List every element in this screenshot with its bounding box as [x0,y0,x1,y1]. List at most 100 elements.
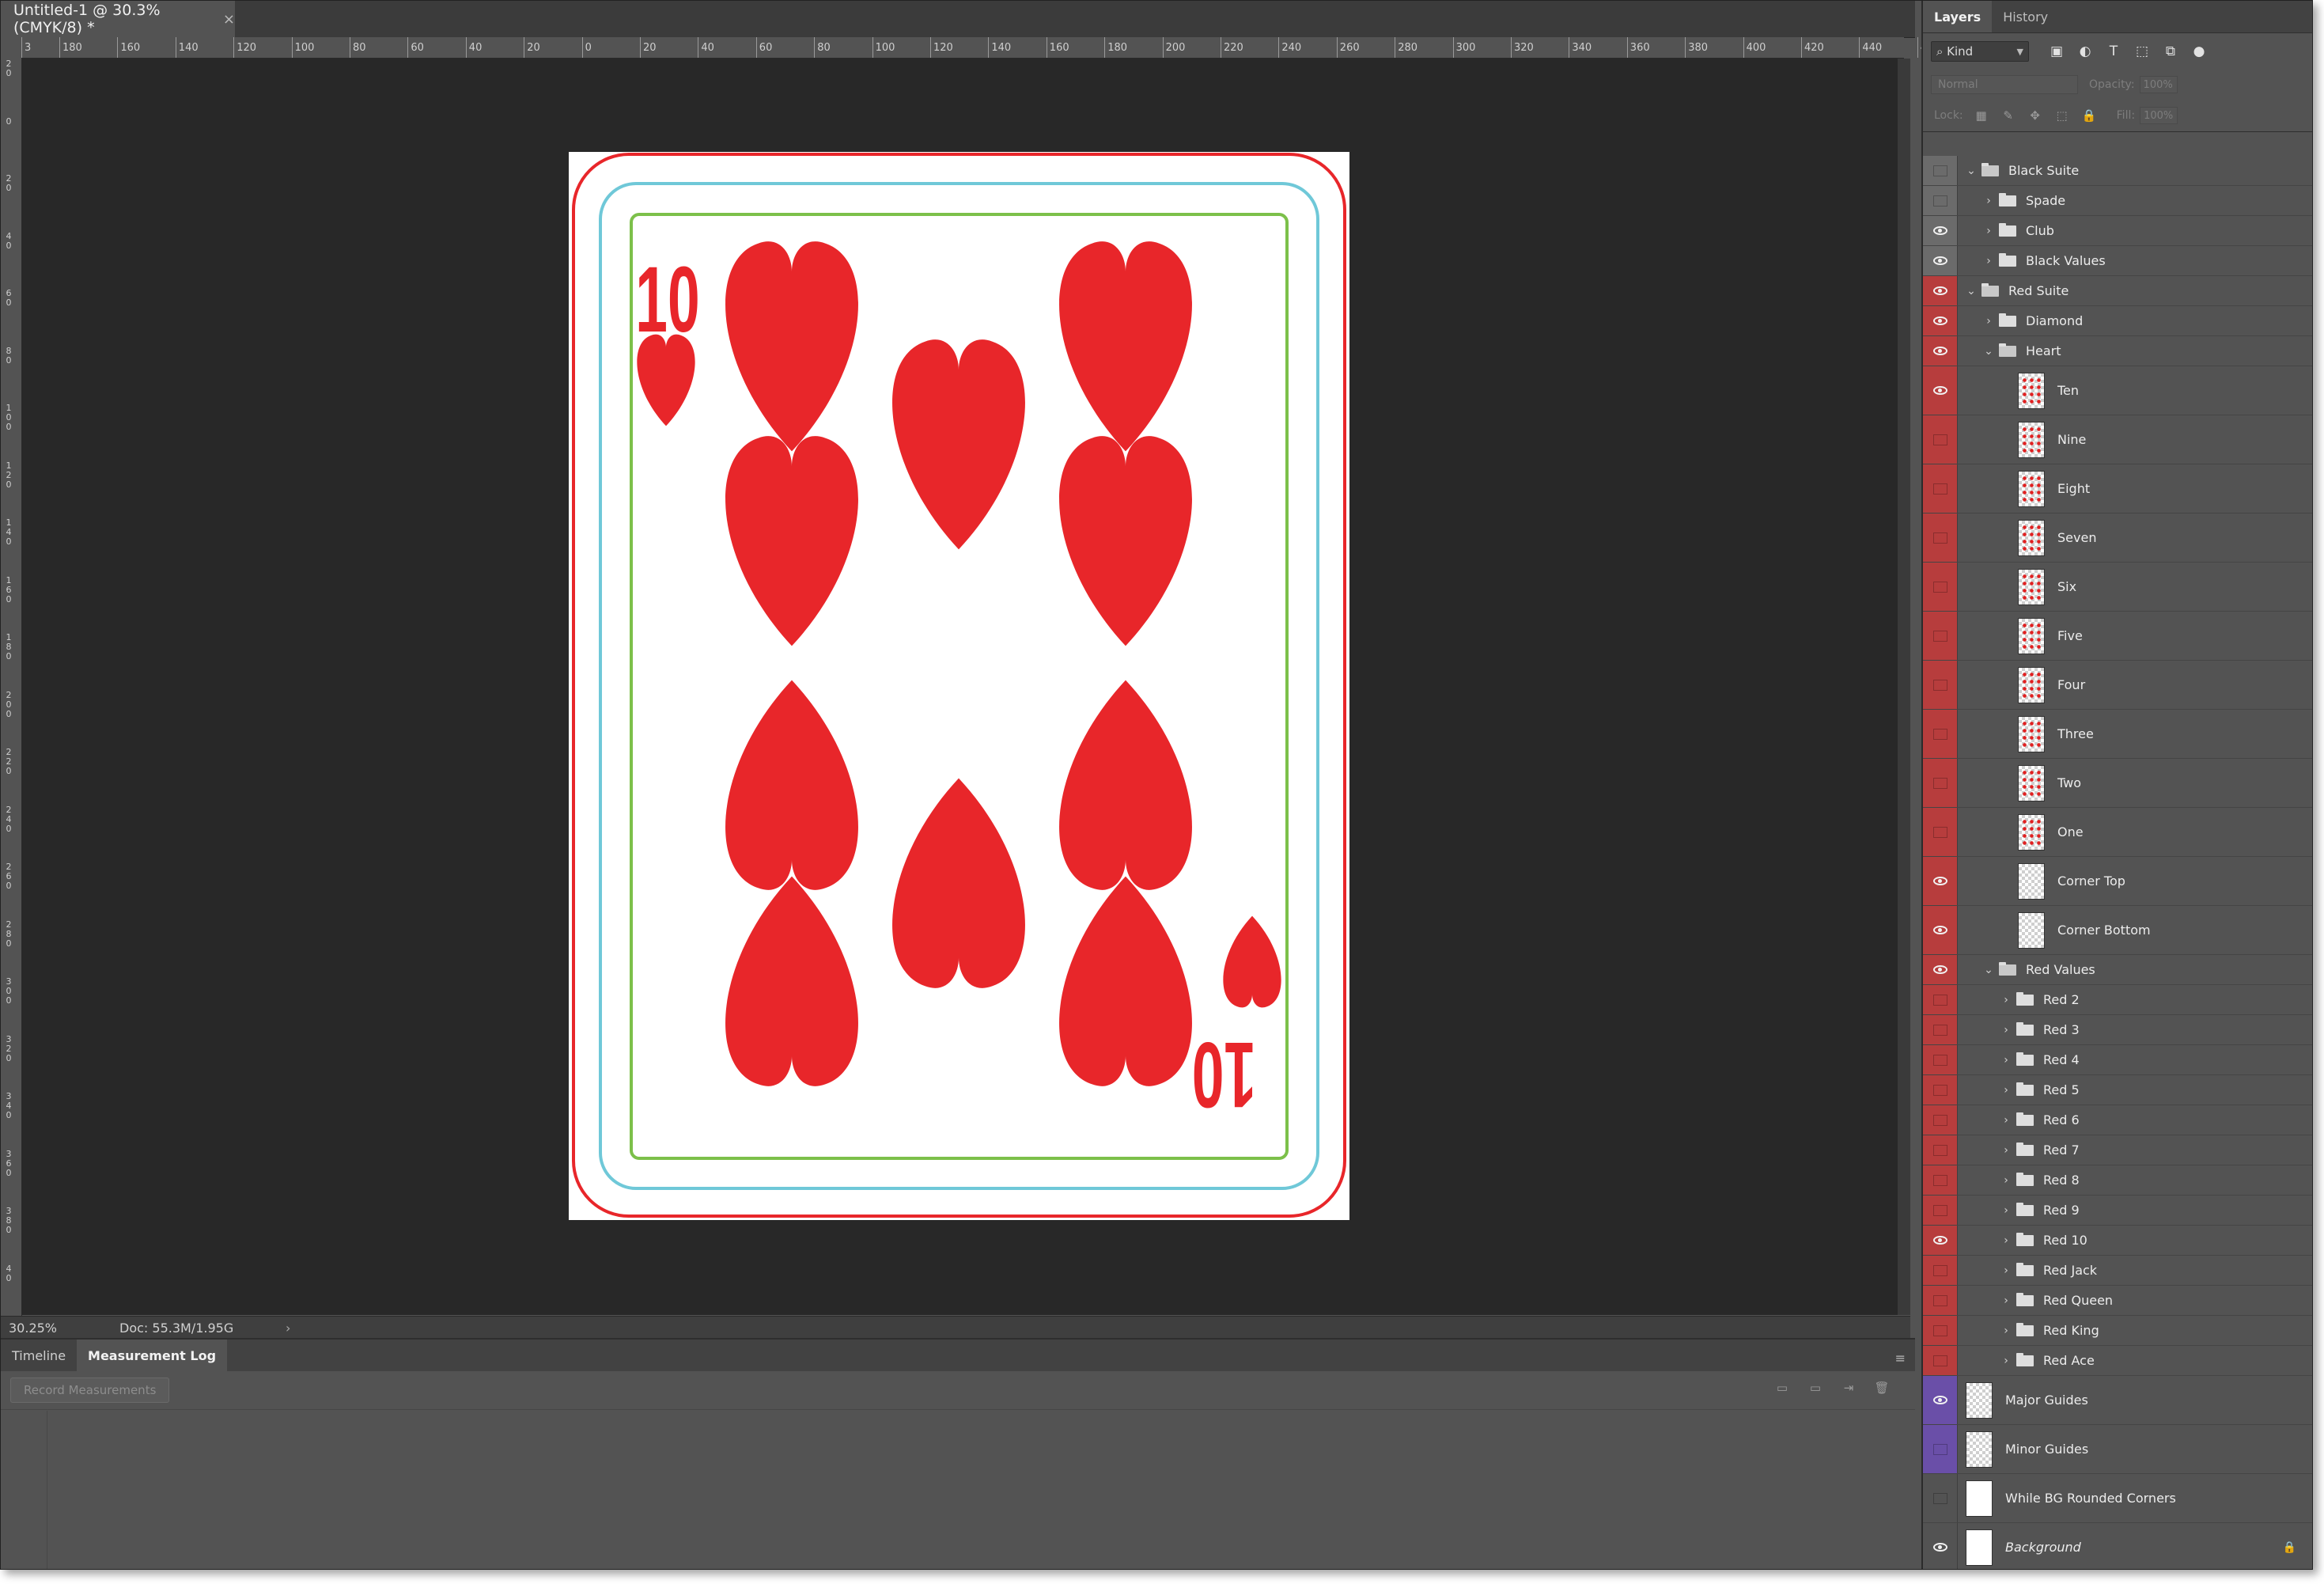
deselect-measurements-icon[interactable]: ▭ [1806,1381,1825,1396]
visibility-toggle[interactable] [1923,464,1958,513]
lock-image-pixels-icon[interactable]: ✎ [2001,108,2016,123]
layer-row-red-2[interactable]: › Red 2 [1923,985,2312,1015]
visibility-toggle[interactable] [1923,216,1958,245]
horizontal-ruler[interactable]: 3 180 160 140 120 100 80 60 40 20 0 20 40 60 80 100 120 1… [21,37,1940,59]
close-icon[interactable]: × [223,11,235,28]
lock-icon[interactable]: 🔒 [2283,1541,2296,1554]
zoom-level[interactable]: 30.25% [1,1321,104,1336]
visibility-toggle[interactable] [1923,513,1958,562]
layer-row-club[interactable]: › Club [1923,216,2312,246]
layer-row-red-6[interactable]: › Red 6 [1923,1105,2312,1135]
visibility-toggle[interactable] [1923,1015,1958,1044]
visibility-toggle[interactable] [1923,1105,1958,1135]
layer-row-red-ace[interactable]: › Red Ace [1923,1346,2312,1376]
chevron-right-icon[interactable]: › [2000,994,2012,1006]
layer-row-red-jack[interactable]: › Red Jack [1923,1256,2312,1286]
visibility-toggle[interactable] [1923,710,1958,758]
select-all-measurements-icon[interactable]: ▭ [1773,1381,1792,1396]
panel-menu-icon[interactable]: ≡ [1895,1351,1906,1366]
document-tab[interactable]: Untitled-1 @ 30.3% (CMYK/8) * × [1,1,235,37]
visibility-toggle[interactable] [1923,415,1958,464]
chevron-right-icon[interactable]: › [2000,1204,2012,1217]
visibility-toggle[interactable] [1923,1196,1958,1225]
lock-artboard-icon[interactable]: ⬚ [2055,108,2069,123]
chevron-down-icon[interactable]: ⌄ [1983,964,1994,976]
layer-row-red-suite[interactable]: ⌄ Red Suite [1923,276,2312,306]
layer-row-nine[interactable]: Nine [1923,415,2312,464]
document-canvas[interactable]: 10 10 [569,152,1349,1220]
status-menu-arrow-icon[interactable]: › [286,1321,290,1336]
chevron-right-icon[interactable]: › [2000,1084,2012,1097]
layer-row-red-5[interactable]: › Red 5 [1923,1075,2312,1105]
chevron-right-icon[interactable]: › [2000,1294,2012,1307]
chevron-right-icon[interactable]: › [2000,1024,2012,1036]
layer-row-black-suite[interactable]: ⌄ Black Suite [1923,156,2312,186]
opacity-field[interactable]: 100% [2139,76,2178,93]
chevron-right-icon[interactable]: › [2000,1264,2012,1277]
blend-mode-select[interactable]: Normal [1931,75,2078,94]
visibility-toggle[interactable] [1923,1256,1958,1285]
layer-row-ten[interactable]: Ten [1923,366,2312,415]
layer-row-black-values[interactable]: › Black Values [1923,246,2312,276]
lock-all-icon[interactable]: 🔒 [2082,108,2097,123]
chevron-right-icon[interactable]: › [2000,1114,2012,1127]
chevron-right-icon[interactable]: › [2000,1234,2012,1247]
layer-row-three[interactable]: Three [1923,710,2312,759]
visibility-toggle[interactable] [1923,808,1958,856]
layer-row-corner-top[interactable]: Corner Top [1923,857,2312,906]
layer-row-heart[interactable]: ⌄ Heart [1923,336,2312,366]
export-measurements-icon[interactable]: ⇥ [1839,1381,1858,1396]
visibility-toggle[interactable] [1923,1523,1958,1569]
layer-row-red-9[interactable]: › Red 9 [1923,1196,2312,1226]
visibility-toggle[interactable] [1923,1135,1958,1165]
visibility-toggle[interactable] [1923,955,1958,984]
visibility-toggle[interactable] [1923,186,1958,215]
layer-row-red-queen[interactable]: › Red Queen [1923,1286,2312,1316]
visibility-toggle[interactable] [1923,1226,1958,1255]
visibility-toggle[interactable] [1923,759,1958,807]
layer-row-four[interactable]: Four [1923,661,2312,710]
layer-row-background[interactable]: Background 🔒 [1923,1523,2312,1569]
chevron-right-icon[interactable]: › [2000,1174,2012,1187]
chevron-right-icon[interactable]: › [2000,1144,2012,1157]
visibility-toggle[interactable] [1923,906,1958,954]
tab-timeline[interactable]: Timeline [1,1340,77,1371]
lock-position-icon[interactable]: ✥ [2028,108,2042,123]
filter-toggle-icon[interactable]: ● [2190,44,2208,59]
visibility-toggle[interactable] [1923,985,1958,1014]
lock-transparent-pixels-icon[interactable]: ▦ [1974,108,1989,123]
visibility-toggle[interactable] [1923,1045,1958,1074]
visibility-toggle[interactable] [1923,1316,1958,1345]
layer-row-major-guides[interactable]: Major Guides [1923,1376,2312,1425]
chevron-down-icon[interactable]: ⌄ [1983,345,1994,358]
chevron-down-icon[interactable]: ⌄ [1966,165,1977,177]
visibility-toggle[interactable] [1923,1075,1958,1105]
visibility-toggle[interactable] [1923,661,1958,709]
adjustment-layer-filter-icon[interactable]: ◐ [2076,44,2094,59]
chevron-right-icon[interactable]: › [1983,255,1994,267]
fill-field[interactable]: 100% [2140,107,2178,124]
visibility-toggle[interactable] [1923,1165,1958,1195]
visibility-toggle[interactable] [1923,1286,1958,1315]
visibility-toggle[interactable] [1923,857,1958,905]
chevron-down-icon[interactable]: ⌄ [1966,285,1977,297]
visibility-toggle[interactable] [1923,563,1958,611]
visibility-toggle[interactable] [1923,336,1958,366]
chevron-right-icon[interactable]: › [1983,225,1994,237]
chevron-right-icon[interactable]: › [2000,1324,2012,1337]
visibility-toggle[interactable] [1923,1346,1958,1375]
layer-row-red-8[interactable]: › Red 8 [1923,1165,2312,1196]
layer-row-spade[interactable]: › Spade [1923,186,2312,216]
layer-row-red-3[interactable]: › Red 3 [1923,1015,2312,1045]
visibility-toggle[interactable] [1923,366,1958,415]
chevron-right-icon[interactable]: › [1983,315,1994,328]
visibility-toggle[interactable] [1923,1474,1958,1522]
layer-row-eight[interactable]: Eight [1923,464,2312,513]
record-measurements-button[interactable]: Record Measurements [10,1377,170,1403]
layer-row-red-values[interactable]: ⌄ Red Values [1923,955,2312,985]
pixel-layer-filter-icon[interactable]: ▣ [2048,44,2065,59]
layer-row-minor-guides[interactable]: Minor Guides [1923,1425,2312,1474]
filter-kind-select[interactable]: ⌕ Kind ▼ [1931,41,2029,62]
type-layer-filter-icon[interactable]: T [2105,44,2122,59]
visibility-toggle[interactable] [1923,156,1958,185]
